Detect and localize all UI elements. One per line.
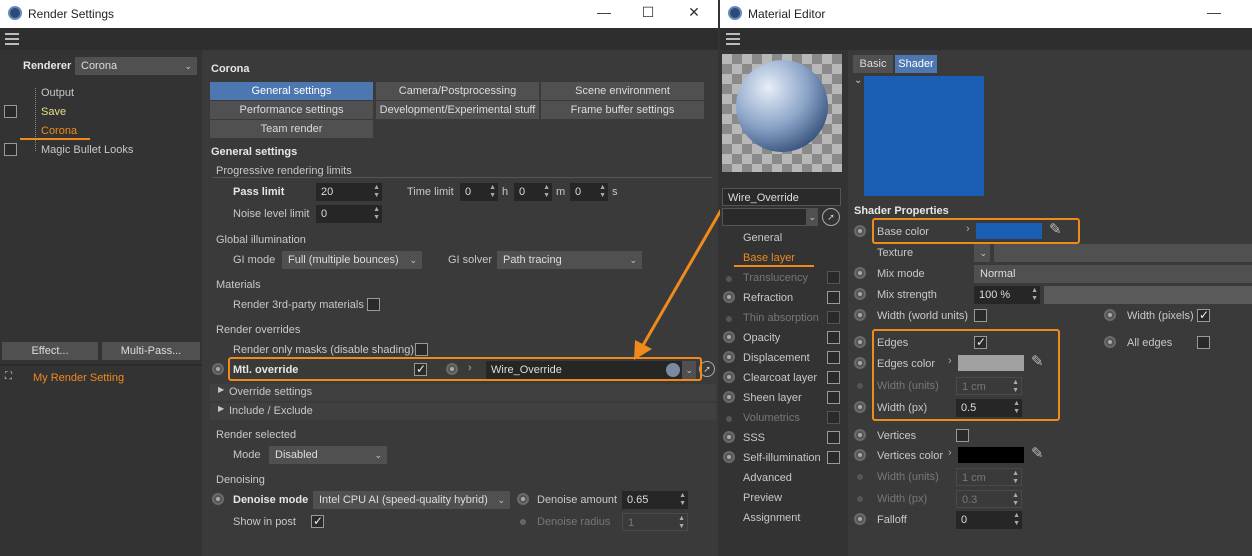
clearcoat-radio[interactable]	[723, 371, 735, 383]
window-title: Material Editor	[748, 7, 826, 21]
volumetrics-checkbox[interactable]	[827, 411, 840, 424]
displacement-radio[interactable]	[723, 351, 735, 363]
material-filter-dropdown[interactable]: ⌄	[806, 208, 818, 226]
material-editor-window: Material Editor — Wire_Override ⌄ ➚ Gene…	[720, 0, 1252, 556]
opacity-radio[interactable]	[723, 331, 735, 343]
material-titlebar: Material Editor —	[720, 0, 1252, 28]
refraction-radio[interactable]	[723, 291, 735, 303]
material-preview	[722, 54, 842, 172]
vertices-color-label: Vertices color	[877, 450, 944, 462]
mix-mode-radio[interactable]	[854, 267, 866, 279]
width-world-radio[interactable]	[854, 309, 866, 321]
channel-refraction[interactable]: Refraction	[743, 292, 793, 304]
base-layer-underline	[734, 265, 814, 267]
material-name-field[interactable]: Wire_Override	[722, 188, 841, 206]
mix-strength-slider[interactable]	[1044, 286, 1252, 304]
channel-general[interactable]: General	[743, 232, 782, 244]
clearcoat-checkbox[interactable]	[827, 371, 840, 384]
v-width-px-label: Width (px)	[877, 493, 928, 505]
channel-advanced[interactable]: Advanced	[743, 472, 792, 484]
base-color-radio[interactable]	[854, 225, 866, 237]
sheen-checkbox[interactable]	[827, 391, 840, 404]
mix-mode-label: Mix mode	[877, 268, 925, 280]
width-world-label: Width (world units)	[877, 310, 969, 322]
preview-sphere	[736, 60, 828, 152]
refraction-checkbox[interactable]	[827, 291, 840, 304]
volumetrics-dot	[726, 416, 732, 422]
width-pixels-radio[interactable]	[1104, 309, 1116, 321]
vertices-color-swatch[interactable]	[958, 447, 1024, 463]
pick-cursor-icon[interactable]: ➚	[822, 208, 840, 226]
sss-radio[interactable]	[723, 431, 735, 443]
width-px-radio[interactable]	[854, 401, 866, 413]
vertices-checkbox[interactable]	[956, 429, 969, 442]
channel-preview[interactable]: Preview	[743, 492, 782, 504]
mix-mode-dropdown[interactable]: Normal	[974, 265, 1252, 283]
width-pixels-label: Width (pixels)	[1127, 310, 1194, 322]
material-filter-field[interactable]	[722, 208, 816, 226]
shader-preview-swatch	[864, 76, 984, 196]
translucency-checkbox[interactable]	[827, 271, 840, 284]
texture-dropdown[interactable]: ⌄	[974, 244, 990, 262]
v-width-units-dot	[857, 474, 863, 480]
falloff-radio[interactable]	[854, 513, 866, 525]
self-illumination-radio[interactable]	[723, 451, 735, 463]
texture-slot[interactable]	[994, 244, 1252, 262]
vertices-color-radio[interactable]	[854, 449, 866, 461]
self-illumination-checkbox[interactable]	[827, 451, 840, 464]
tab-shader[interactable]: Shader	[895, 55, 937, 73]
mix-strength-radio[interactable]	[854, 288, 866, 300]
eyedropper-icon[interactable]: ✎	[1031, 444, 1044, 462]
falloff-input[interactable]: 0 ▲ ▼	[956, 511, 1022, 529]
channel-base-layer[interactable]: Base layer	[743, 252, 795, 264]
cinema4d-logo-icon	[728, 6, 742, 20]
opacity-checkbox[interactable]	[827, 331, 840, 344]
channel-opacity[interactable]: Opacity	[743, 332, 780, 344]
displacement-checkbox[interactable]	[827, 351, 840, 364]
mix-strength-input[interactable]: 100 % ▲ ▼	[974, 286, 1040, 304]
v-width-units-label: Width (units)	[877, 471, 939, 483]
channel-displacement[interactable]: Displacement	[743, 352, 810, 364]
channel-clearcoat-layer[interactable]: Clearcoat layer	[743, 372, 817, 384]
vertices-radio[interactable]	[854, 429, 866, 441]
width-pixels-checkbox[interactable]	[1197, 308, 1210, 322]
mix-strength-label: Mix strength	[877, 289, 937, 301]
texture-label: Texture	[877, 247, 914, 259]
width-world-checkbox[interactable]	[974, 309, 987, 322]
v-width-px-input: 0.3 ▲ ▼	[956, 490, 1022, 508]
shader-properties-heading: Shader Properties	[854, 205, 949, 217]
sheen-radio[interactable]	[723, 391, 735, 403]
shader-panel: Basic Shader ⌄ Shader Properties Base co…	[848, 50, 1252, 556]
edges-highlight	[872, 329, 1060, 421]
all-edges-label: All edges	[1127, 337, 1173, 349]
edges-color-radio[interactable]	[854, 357, 866, 369]
channel-assignment[interactable]: Assignment	[743, 512, 800, 524]
all-edges-checkbox[interactable]	[1197, 336, 1210, 349]
v-width-px-dot	[857, 496, 863, 502]
channel-panel: Wire_Override ⌄ ➚ General Base layer Tra…	[720, 50, 846, 556]
channel-sheen-layer[interactable]: Sheen layer	[743, 392, 802, 404]
channel-self-illumination[interactable]: Self-illumination	[743, 452, 821, 464]
vertices-label: Vertices	[877, 430, 917, 442]
v-width-units-input: 1 cm ▲ ▼	[956, 468, 1022, 486]
thin-absorption-checkbox[interactable]	[827, 311, 840, 324]
sss-checkbox[interactable]	[827, 431, 840, 444]
channel-sss[interactable]: SSS	[743, 432, 765, 444]
base-color-highlight	[872, 218, 1080, 244]
falloff-label: Falloff	[877, 514, 907, 526]
channel-thin-absorption[interactable]: Thin absorption	[743, 312, 819, 324]
tab-basic[interactable]: Basic	[853, 55, 893, 73]
channel-volumetrics[interactable]: Volumetrics	[743, 412, 800, 424]
menubar	[720, 28, 1252, 50]
all-edges-radio[interactable]	[1104, 336, 1116, 348]
chevron-right-icon: ›	[948, 447, 952, 459]
menu-icon[interactable]	[726, 33, 740, 45]
minimize-icon[interactable]: —	[1204, 4, 1224, 20]
width-units-dot	[857, 383, 863, 389]
translucency-dot	[726, 276, 732, 282]
edges-radio[interactable]	[854, 336, 866, 348]
thin-absorption-dot	[726, 316, 732, 322]
collapse-chevron-icon: ⌄	[854, 75, 863, 86]
channel-translucency[interactable]: Translucency	[743, 272, 808, 284]
